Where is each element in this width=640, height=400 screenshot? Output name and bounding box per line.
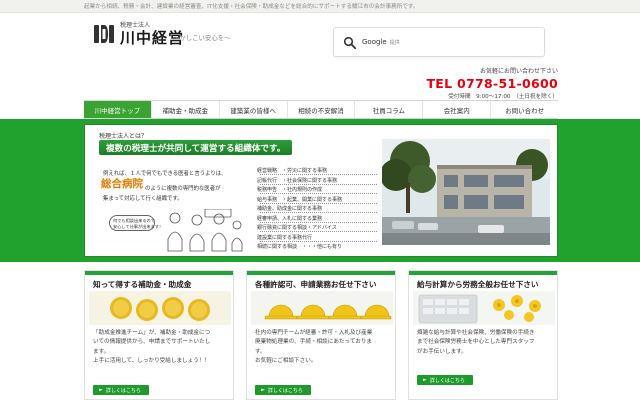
card-accent-bar <box>409 271 557 275</box>
hero-title: 複数の税理士が共同して運営する組織体です。 <box>99 140 293 155</box>
card-subsidies: 知って得する補助金・助成金 「助成金推進チーム」が、補助金・助成金につ いての情… <box>84 270 234 400</box>
phone-number[interactable]: TEL 0778-51-0600 <box>358 76 558 91</box>
details-button[interactable]: ► 詳しくはこちら <box>93 385 149 395</box>
hero-example-line: 集まって対応して行く組織です。 <box>103 196 183 202</box>
details-button-label: 詳しくはこちら <box>429 377 465 384</box>
business-hours: 受付時間 9:00～17:00 （土日祝を除く） <box>448 94 558 100</box>
service-divider <box>260 174 377 175</box>
nav-item-subsidies[interactable]: 補助金・助成金 <box>152 101 220 118</box>
global-nav: 川中経営トップ 補助金・助成金 建築業の皆様へ 相続の不安解消 社員コラム 会社… <box>84 100 558 119</box>
service-item: 給与事務 ・起業、開業に関する事務 <box>257 196 343 203</box>
service-divider <box>260 221 377 223</box>
card-text-line: 廃棄物処理業の、手続・相談にあたっておりま <box>255 339 373 346</box>
search-icon[interactable] <box>343 36 357 50</box>
card-title[interactable]: 知って得する補助金・助成金 <box>93 279 191 290</box>
office-building-photo <box>382 139 550 245</box>
card-text-line: 上手に活用して、しっかり受給しましょう！！ <box>93 358 211 365</box>
search-input[interactable]: Google 提供 <box>362 38 400 46</box>
card-permits: 各種許認可、申請業務お任せ下さい 社内の専門チームが経審・許可・入札及び産業 廃… <box>246 270 396 400</box>
arrow-right-icon: ► <box>99 387 103 393</box>
top-info-text: 起業から相続、税務・会計、建設業の経営審査、IT化支援・社会保険・助成金などを総… <box>84 4 419 10</box>
arrow-right-icon: ► <box>423 377 427 383</box>
service-item: 建設業に関する事務代行 <box>257 234 313 241</box>
hero-highlight: 総合病院 <box>101 176 143 191</box>
card-text-line: ます。 <box>93 348 110 355</box>
card-accent-bar <box>247 271 395 275</box>
service-item: 税務申告 ・社内規則の作成 <box>257 187 323 193</box>
site-logo[interactable]: 税理士法人 川中経営 ～かしこい安心を～ <box>93 20 253 64</box>
search-provider-suffix: 提供 <box>389 40 400 46</box>
service-item: 相続に関する相談 ・・・他にも有り <box>257 244 343 250</box>
service-divider <box>260 202 377 204</box>
service-item: 銀行融資に関する相談・アドバイス <box>257 225 337 231</box>
logo-tagline: ～かしこい安心を～ <box>173 34 231 42</box>
hero-question: 税理士法人とは？ <box>99 133 148 140</box>
details-button[interactable]: ► 詳しくはこちら <box>417 375 473 385</box>
service-divider <box>260 231 377 232</box>
site-search-box[interactable]: Google 提供 <box>333 27 545 57</box>
card-payroll: 給与計算から労務全般お任せ下さい 煩雑な給与計算や社会保険、労働保険の手続き ま… <box>408 270 558 400</box>
bubble-line: 何でも相談出来るので <box>113 218 155 223</box>
card-text-line: がお手伝いします。 <box>417 348 467 355</box>
card-description: 社内の専門チームが経審・許可・入札及び産業 廃棄物処理業の、手続・相談にあたって… <box>255 329 393 367</box>
card-text-line: いての情報提供から、申請までサポートいたし <box>93 339 211 346</box>
search-provider: Google <box>362 38 387 46</box>
service-list: 経営戦略 ・労災に関する事務 記帳代行 ・社会保険に関する事務 税務申告 ・社内… <box>257 167 377 251</box>
speech-bubble: 何でも相談出来るので 安心して仕事が出来ます！ <box>109 215 164 231</box>
service-divider <box>260 183 377 185</box>
nav-item-company[interactable]: 会社案内 <box>423 101 492 118</box>
card-title[interactable]: 給与計算から労務全般お任せ下さい <box>417 279 539 290</box>
card-text-line: お気軽にご相談下さい。 <box>255 358 317 365</box>
top-info-bar: 起業から相続、税務・会計、建設業の経営審査、IT化支援・社会保険・助成金などを総… <box>0 0 640 13</box>
service-item: 補助金、助成金に関する事務 <box>257 206 323 212</box>
logo-mark-icon <box>94 25 114 43</box>
service-divider <box>260 212 377 213</box>
nav-item-inheritance[interactable]: 相続の不安解消 <box>288 101 356 118</box>
calculator-flowers-image <box>413 291 555 325</box>
service-item: 経審申請、入札に関する業務 <box>257 215 323 222</box>
nav-item-contact[interactable]: お問い合わせ <box>491 101 558 118</box>
card-description: 煩雑な給与計算や社会保険、労働保険の手続き まで社会保険労務士を中心とした専門ス… <box>417 329 555 357</box>
arrow-right-icon: ► <box>261 387 265 393</box>
card-text-line: 煩雑な給与計算や社会保険、労働保険の手続き <box>417 330 535 336</box>
card-description: 「助成金推進チーム」が、補助金・助成金につ いての情報提供から、申請までサポート… <box>93 329 231 367</box>
details-button[interactable]: ► 詳しくはこちら <box>255 385 311 395</box>
card-text-line: まで社会保険労務士を中心とした専門スタッフ <box>417 339 535 346</box>
service-divider <box>260 240 377 242</box>
card-title[interactable]: 各種許認可、申請業務お任せ下さい <box>255 279 377 290</box>
service-item: 経営戦略 ・労災に関する事務 <box>257 168 328 174</box>
nav-item-top[interactable]: 川中経営トップ <box>84 101 152 118</box>
nav-item-column[interactable]: 社員コラム <box>355 101 424 118</box>
bubble-line: 安心して仕事が出来ます！ <box>113 223 164 229</box>
details-button-label: 詳しくはこちら <box>267 387 303 394</box>
card-text-line: 「助成金推進チーム」が、補助金・助成金につ <box>93 330 211 336</box>
nav-item-construction[interactable]: 建築業の皆様へ <box>220 101 288 118</box>
service-divider <box>260 193 377 194</box>
contact-block: お気軽にお問い合わせ下さい TEL 0778-51-0600 受付時間 9:00… <box>358 66 558 100</box>
feature-cards: 知って得する補助金・助成金 「助成金推進チーム」が、補助金・助成金につ いての情… <box>84 270 558 400</box>
details-button-label: 詳しくはこちら <box>105 387 141 394</box>
hardhat-row-image <box>251 291 393 325</box>
card-text-line: 社内の専門チームが経審・許可・入札及び産業 <box>255 330 373 336</box>
service-item: 記帳代行 ・社会保険に関する事務 <box>257 177 338 184</box>
contact-note: お気軽にお問い合わせ下さい <box>479 68 558 75</box>
hero-example-line: のように複数の専門的な医者が <box>145 186 221 192</box>
card-accent-bar <box>85 271 233 275</box>
card-text-line: す。 <box>255 348 266 355</box>
coin-stack-image <box>89 291 231 325</box>
hero-banner: 税理士法人とは？ 複数の税理士が共同して運営する組織体です。 例えれば、１人で何… <box>84 124 558 257</box>
